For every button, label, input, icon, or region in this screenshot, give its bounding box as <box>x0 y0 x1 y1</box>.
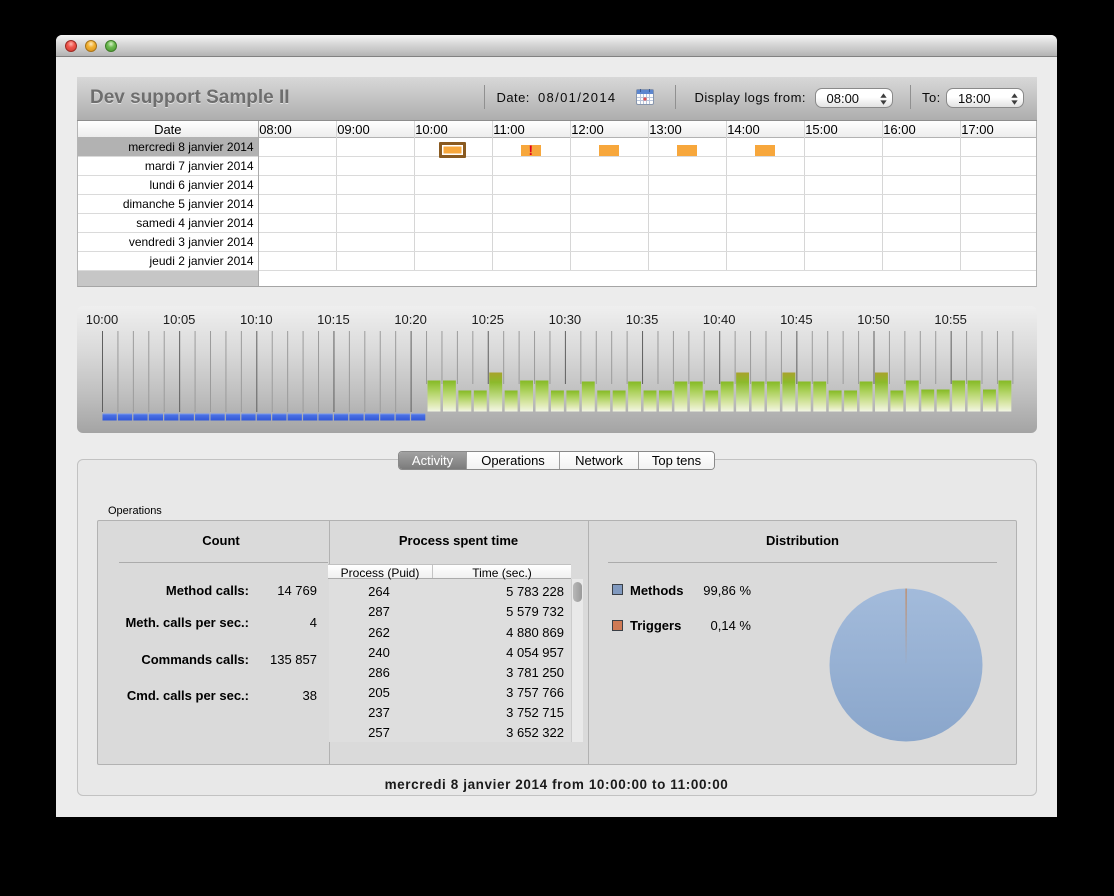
svg-text:10:35: 10:35 <box>626 312 659 327</box>
svg-text:10:05: 10:05 <box>163 312 196 327</box>
svg-text:10:50: 10:50 <box>857 312 890 327</box>
svg-text:10:15: 10:15 <box>317 312 350 327</box>
svg-text:10:10: 10:10 <box>240 312 273 327</box>
svg-text:10:55: 10:55 <box>934 312 967 327</box>
svg-text:10:30: 10:30 <box>549 312 582 327</box>
svg-text:10:00: 10:00 <box>86 312 119 327</box>
svg-text:10:20: 10:20 <box>394 312 427 327</box>
svg-text:10:40: 10:40 <box>703 312 736 327</box>
svg-text:10:45: 10:45 <box>780 312 813 327</box>
svg-text:10:25: 10:25 <box>471 312 504 327</box>
